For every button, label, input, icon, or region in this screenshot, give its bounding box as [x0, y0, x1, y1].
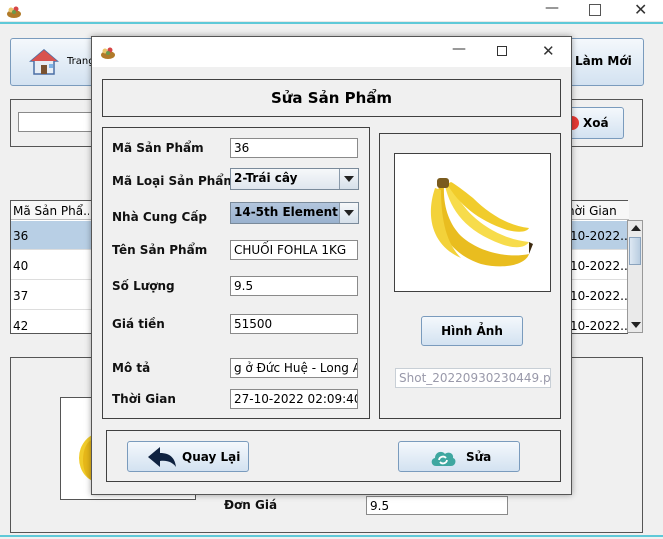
category-select-value: 2-Trái cây	[234, 171, 298, 185]
dialog-title-bar: — ✕	[92, 37, 571, 67]
dialog-header-panel: Sửa Sản Phẩm	[102, 79, 561, 117]
main-title-bar: — ✕	[0, 0, 663, 22]
image-filename-field: Shot_20220930230449.png	[395, 368, 551, 388]
quantity-field[interactable]: 9.5	[230, 276, 358, 296]
row-id: 42	[13, 319, 29, 333]
row-time: 10-2022...	[570, 229, 632, 243]
close-icon[interactable]: ✕	[634, 0, 647, 19]
category-label: Mã Loại Sản Phẩm	[112, 174, 236, 188]
row-id: 40	[13, 259, 29, 273]
table-scrollbar[interactable]	[627, 220, 643, 333]
app-icon	[7, 6, 21, 18]
dialog-app-icon	[101, 47, 115, 59]
maximize-icon[interactable]	[589, 4, 601, 16]
header-time[interactable]: hời Gian	[567, 204, 627, 218]
product-name-label: Tên Sản Phẩm	[112, 243, 208, 257]
minimize-icon[interactable]: —	[545, 0, 559, 16]
row-id: 37	[13, 289, 29, 303]
refresh-button-label: Làm Mới	[575, 54, 632, 68]
scroll-down-icon[interactable]	[631, 322, 641, 328]
title-bar-divider	[0, 22, 663, 24]
price-field[interactable]: 51500	[230, 314, 358, 334]
row-time: 10-2022...	[570, 289, 632, 303]
product-image-frame	[394, 153, 551, 292]
chevron-down-icon[interactable]	[339, 203, 358, 223]
dialog-maximize-icon[interactable]	[497, 46, 507, 56]
back-button-label: Quay Lại	[182, 450, 241, 464]
time-label: Thời Gian	[112, 392, 176, 406]
scroll-up-icon[interactable]	[631, 225, 641, 231]
cloud-sync-icon	[431, 451, 456, 466]
home-button[interactable]: Trang	[10, 38, 100, 86]
category-select[interactable]: 2-Trái cây	[230, 168, 359, 190]
banana-image	[430, 178, 533, 267]
row-id: 36	[13, 229, 29, 243]
price-label: Giá tiền	[112, 317, 165, 331]
description-field[interactable]: g ở Đức Huệ - Long An	[230, 358, 358, 378]
back-button[interactable]: Quay Lại	[127, 441, 249, 472]
choose-image-button[interactable]: Hình Ảnh	[421, 316, 523, 346]
quantity-label: Số Lượng	[112, 279, 175, 293]
unit-price-label: Đơn Giá	[224, 498, 278, 512]
bottom-divider	[0, 535, 663, 537]
product-id-field[interactable]: 36	[230, 138, 358, 158]
edit-product-dialog: — ✕ Sửa Sản Phẩm Mã Sản Phẩm 36 Mã Loại …	[91, 36, 572, 495]
description-label: Mô tả	[112, 361, 151, 375]
back-arrow-icon	[148, 447, 176, 467]
product-id-label: Mã Sản Phẩm	[112, 141, 204, 155]
time-field[interactable]: 27-10-2022 02:09:40	[230, 389, 358, 409]
dialog-title: Sửa Sản Phẩm	[270, 89, 393, 107]
row-time: 10-2022...	[570, 319, 632, 333]
delete-button-label: Xoá	[583, 116, 609, 130]
dialog-minimize-icon[interactable]: —	[452, 41, 466, 57]
choose-image-button-label: Hình Ảnh	[441, 324, 503, 338]
dialog-close-icon[interactable]: ✕	[542, 42, 555, 60]
save-button[interactable]: Sửa	[398, 441, 520, 472]
refresh-button[interactable]: Làm Mới	[566, 38, 644, 86]
supplier-select-value: 14-5th Element	[234, 205, 338, 219]
supplier-select[interactable]: 14-5th Element	[230, 202, 359, 224]
product-name-field[interactable]: CHUỐI FOHLA 1KG	[230, 240, 358, 260]
row-time: 10-2022...	[570, 259, 632, 273]
delete-button[interactable]: Xoá	[565, 107, 624, 139]
chevron-down-icon[interactable]	[339, 169, 358, 189]
scroll-thumb[interactable]	[629, 237, 641, 265]
save-button-label: Sửa	[466, 450, 492, 464]
supplier-label: Nhà Cung Cấp	[112, 210, 208, 224]
house-icon	[29, 49, 59, 75]
search-input[interactable]	[18, 112, 98, 132]
unit-price-field[interactable]: 9.5	[366, 496, 508, 515]
header-product-id[interactable]: Mã Sản Phẩ...	[13, 204, 89, 218]
